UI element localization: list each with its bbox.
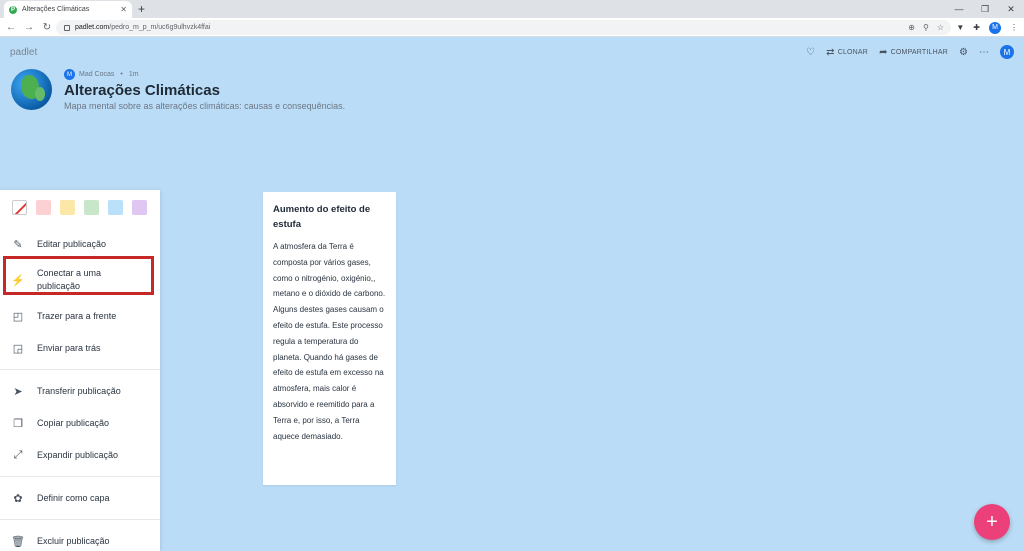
clone-icon: ⇄	[826, 46, 835, 58]
menu-item-label: Transferir publicação	[37, 386, 121, 396]
translate-icon[interactable]: ⊕	[908, 23, 915, 32]
menu-item-expand[interactable]: ⤢ Expandir publicação	[0, 439, 160, 471]
bookmark-star-icon[interactable]: ☆	[937, 23, 944, 32]
color-swatches	[0, 190, 160, 228]
author-name: Mad Cocas	[79, 71, 115, 78]
post-time: 1m	[128, 71, 139, 78]
separator-dot: •	[120, 71, 123, 78]
post-context-menu: ✎ Editar publicação ⚡ Conectar a uma pub…	[0, 190, 160, 551]
trash-icon: 🗑	[11, 535, 25, 548]
minimize-icon[interactable]: —	[946, 4, 972, 14]
menu-item-bring-front[interactable]: ◰ Trazer para a frente	[0, 300, 160, 332]
url-field[interactable]: padlet.com/pedro_m_p_m/uc6g9ulhvzk4ffai	[56, 20, 951, 35]
extension-filter-icon[interactable]: ▼	[956, 23, 964, 32]
close-tab-icon[interactable]: ✕	[120, 5, 127, 14]
lock-icon	[64, 24, 70, 31]
new-tab-button[interactable]: +	[138, 1, 145, 17]
page-title: Alterações Climáticas	[64, 82, 220, 99]
menu-item-delete[interactable]: 🗑 Excluir publicação	[0, 525, 160, 551]
browser-tab[interactable]: P Alterações Climáticas ✕	[4, 1, 132, 18]
extension-icons: ▼ ✚ M ⋮	[956, 20, 1018, 35]
menu-item-label: Expandir publicação	[37, 450, 119, 460]
url-path: /pedro_m_p_m/uc6g9ulhvzk4ffai	[109, 24, 211, 31]
more-options-icon[interactable]: ⋯	[979, 47, 989, 58]
menu-divider	[0, 519, 160, 520]
menu-item-label: Trazer para a frente	[37, 311, 117, 321]
padlet-logo[interactable]: padlet	[10, 47, 37, 58]
tab-title: Alterações Climáticas	[22, 6, 90, 13]
menu-item-send-back[interactable]: ◲ Enviar para trás	[0, 332, 160, 364]
profile-avatar[interactable]: M	[989, 21, 1001, 34]
swatch-blue[interactable]	[108, 200, 123, 215]
swatch-purple[interactable]	[132, 200, 147, 215]
share-label: COMPARTILHAR	[890, 48, 949, 56]
omnibox-icons: ⊕ ⚲ ☆	[908, 20, 944, 35]
reload-icon[interactable]: ↻	[40, 22, 54, 33]
forward-icon[interactable]: →	[22, 22, 36, 33]
send-back-icon: ◲	[12, 342, 24, 355]
cover-icon: ✿	[13, 492, 23, 505]
back-icon[interactable]: ←	[4, 22, 18, 33]
menu-item-copy[interactable]: ❐ Copiar publicação	[0, 407, 160, 439]
highlight-box	[3, 256, 154, 295]
swatch-none[interactable]	[12, 200, 27, 215]
share-icon: ➦	[879, 46, 888, 58]
board-description: Mapa mental sobre as alterações climátic…	[64, 101, 346, 111]
add-post-button[interactable]: +	[974, 504, 1010, 540]
menu-divider	[0, 369, 160, 370]
swatch-red[interactable]	[36, 200, 51, 215]
clone-button[interactable]: ⇄ CLONAR	[826, 47, 868, 58]
swatch-green[interactable]	[84, 200, 99, 215]
menu-item-label: Copiar publicação	[37, 418, 110, 428]
menu-item-label: Excluir publicação	[37, 536, 110, 546]
zoom-icon[interactable]: ⚲	[923, 23, 929, 32]
bring-front-icon: ◰	[12, 310, 24, 323]
expand-icon: ⤢	[13, 448, 23, 461]
close-window-icon[interactable]: ✕	[998, 4, 1024, 15]
post-title: Aumento do efeito de estufa	[273, 204, 371, 230]
menu-item-transfer[interactable]: ➤ Transferir publicação	[0, 375, 160, 407]
author-avatar: M	[64, 69, 75, 80]
padlet-favicon-icon: P	[9, 5, 17, 14]
clone-label: CLONAR	[837, 48, 869, 56]
menu-item-label: Editar publicação	[37, 239, 107, 249]
board-earth-icon	[11, 69, 52, 110]
address-bar: ← → ↻ padlet.com/pedro_m_p_m/uc6g9ulhvzk…	[0, 18, 1024, 37]
menu-item-label: Enviar para trás	[37, 343, 101, 353]
swatch-yellow[interactable]	[60, 200, 75, 215]
post-body: A atmosfera da Terra é composta por vári…	[273, 242, 386, 441]
window-controls: — ❐ ✕	[946, 0, 1024, 18]
author-line: M Mad Cocas • 1m	[64, 69, 139, 80]
post-card[interactable]: Aumento do efeito de estufa A atmosfera …	[263, 192, 396, 485]
extensions-puzzle-icon[interactable]: ✚	[973, 23, 980, 32]
pencil-icon: ✎	[13, 238, 23, 251]
user-avatar[interactable]: M	[1000, 45, 1014, 59]
browser-menu-icon[interactable]: ⋮	[1010, 23, 1018, 32]
url-host: padlet.com	[75, 24, 110, 31]
menu-item-set-cover[interactable]: ✿ Definir como capa	[0, 482, 160, 514]
header-actions: ♡ ⇄ CLONAR ➦ COMPARTILHAR ⚙ ⋯ M	[806, 45, 1014, 59]
settings-gear-icon[interactable]: ⚙	[959, 47, 968, 58]
heart-icon[interactable]: ♡	[806, 47, 815, 58]
share-button[interactable]: ➦ COMPARTILHAR	[879, 47, 948, 58]
menu-item-label: Definir como capa	[37, 493, 110, 503]
menu-divider	[0, 476, 160, 477]
copy-icon: ❐	[13, 417, 23, 430]
send-icon: ➤	[13, 385, 23, 398]
browser-tab-bar: P Alterações Climáticas ✕ + — ❐ ✕	[0, 0, 1024, 18]
restore-icon[interactable]: ❐	[972, 4, 998, 15]
